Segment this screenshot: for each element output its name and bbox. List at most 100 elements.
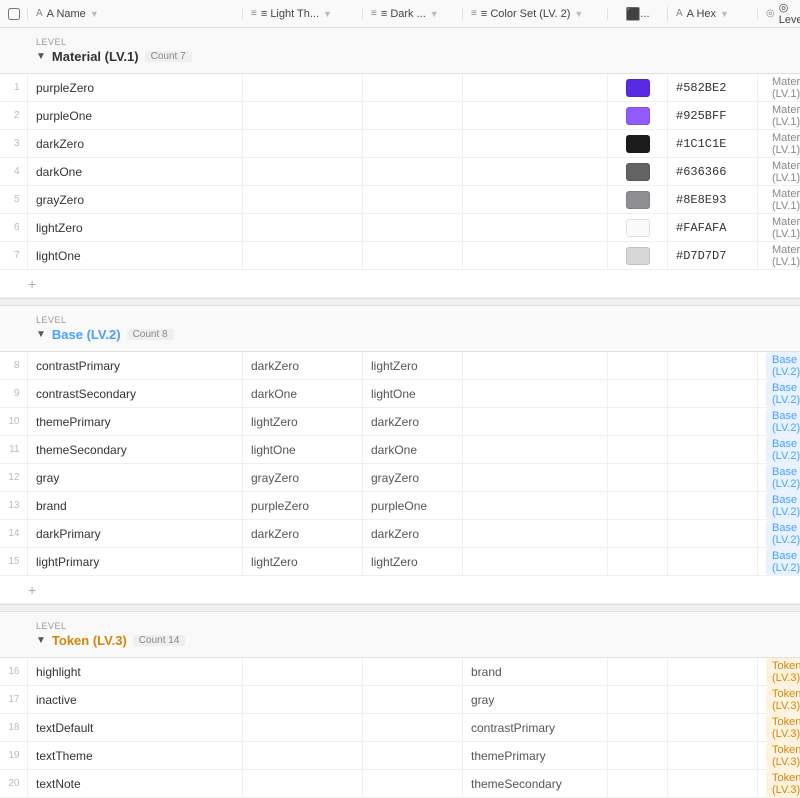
header-swatch[interactable]: ⬛ ... xyxy=(608,7,668,21)
cell-light: purpleZero xyxy=(243,492,363,519)
cell-swatch xyxy=(608,102,668,129)
cell-light: darkZero xyxy=(243,520,363,547)
cell-swatch xyxy=(608,158,668,185)
header-light[interactable]: ≡ ≡ Light Th... ▼ xyxy=(243,8,363,20)
row-check[interactable]: 3 xyxy=(0,130,28,157)
colorset-text: themeSecondary xyxy=(471,777,562,791)
row-check[interactable]: 1 xyxy=(0,74,28,101)
cell-light xyxy=(243,102,363,129)
cell-swatch xyxy=(608,464,668,491)
cell-level: Material (LV.1) xyxy=(758,242,800,269)
add-row-material[interactable]: + xyxy=(0,270,800,298)
row-check[interactable]: 5 xyxy=(0,186,28,213)
collapse-triangle-material[interactable]: ▼ xyxy=(36,51,46,62)
row-check[interactable]: 6 xyxy=(0,214,28,241)
cell-dark xyxy=(363,242,463,269)
name-text: purpleOne xyxy=(36,109,92,123)
row-check[interactable]: 19 xyxy=(0,742,28,769)
name-text: darkOne xyxy=(36,165,82,179)
table-row: 18 textDefault contrastPrimary Token (LV… xyxy=(0,714,800,742)
cell-swatch xyxy=(608,408,668,435)
group-header-token: LEVEL ▼ Token (LV.3) Count 14 xyxy=(0,612,800,658)
cell-name: gray xyxy=(28,464,243,491)
cell-colorset xyxy=(463,352,608,379)
cell-hex: #FAFAFA xyxy=(668,214,758,241)
swatch-icon: ⬛ xyxy=(625,7,640,21)
cell-hex xyxy=(668,520,758,547)
header-name[interactable]: A A Name ▼ xyxy=(28,8,243,20)
cell-hex xyxy=(668,658,758,685)
row-check[interactable]: 18 xyxy=(0,714,28,741)
row-check[interactable]: 14 xyxy=(0,520,28,547)
row-check[interactable]: 10 xyxy=(0,408,28,435)
add-row-base[interactable]: + xyxy=(0,576,800,604)
colorset-text: brand xyxy=(471,665,502,679)
row-check[interactable]: 17 xyxy=(0,686,28,713)
cell-name: lightPrimary xyxy=(28,548,243,575)
table-row: 14 darkPrimary darkZero darkZero Base (L… xyxy=(0,520,800,548)
cell-colorset: themeSecondary xyxy=(463,770,608,797)
header-colorset[interactable]: ≡ ≡ Color Set (LV. 2) ▼ xyxy=(463,8,608,20)
name-text: lightPrimary xyxy=(36,555,99,569)
level-badge: Base (LV.2) xyxy=(766,548,800,576)
hex-text: #8E8E93 xyxy=(676,193,726,207)
cell-swatch xyxy=(608,186,668,213)
collapse-triangle-token[interactable]: ▼ xyxy=(36,635,46,646)
table-row: 9 contrastSecondary darkOne lightOne Bas… xyxy=(0,380,800,408)
row-check[interactable]: 9 xyxy=(0,380,28,407)
group-content-material: LEVEL ▼ Material (LV.1) Count 7 xyxy=(28,35,243,66)
name-text: textTheme xyxy=(36,749,93,763)
cell-hex: #8E8E93 xyxy=(668,186,758,213)
cell-dark: darkZero xyxy=(363,520,463,547)
name-text: darkZero xyxy=(36,137,84,151)
row-check[interactable]: 12 xyxy=(0,464,28,491)
cell-colorset xyxy=(463,158,608,185)
row-check[interactable]: 20 xyxy=(0,770,28,797)
group-count-material: Count 7 xyxy=(145,51,192,62)
table-header: A A Name ▼ ≡ ≡ Light Th... ▼ ≡ ≡ Dark ..… xyxy=(0,0,800,28)
row-check[interactable]: 11 xyxy=(0,436,28,463)
cell-light xyxy=(243,214,363,241)
name-text: contrastPrimary xyxy=(36,359,120,373)
collapse-triangle-base[interactable]: ▼ xyxy=(36,329,46,340)
cell-hex: #636366 xyxy=(668,158,758,185)
row-check[interactable]: 15 xyxy=(0,548,28,575)
cell-colorset: brand xyxy=(463,658,608,685)
cell-swatch xyxy=(608,74,668,101)
cell-colorset xyxy=(463,102,608,129)
cell-colorset xyxy=(463,408,608,435)
list-icon-colorset: ≡ xyxy=(471,8,477,19)
cell-swatch xyxy=(608,242,668,269)
group-header-material: LEVEL ▼ Material (LV.1) Count 7 xyxy=(0,28,800,74)
row-check[interactable]: 2 xyxy=(0,102,28,129)
cell-swatch xyxy=(608,714,668,741)
header-hex[interactable]: A A Hex ▼ xyxy=(668,8,758,20)
name-text: lightZero xyxy=(36,221,83,235)
row-check[interactable]: 13 xyxy=(0,492,28,519)
cell-name: contrastSecondary xyxy=(28,380,243,407)
light-text: lightZero xyxy=(251,555,298,569)
row-check[interactable]: 7 xyxy=(0,242,28,269)
cell-name: textDefault xyxy=(28,714,243,741)
hex-text: #925BFF xyxy=(676,109,726,123)
row-check[interactable]: 8 xyxy=(0,352,28,379)
table-row: 13 brand purpleZero purpleOne Base (LV.2… xyxy=(0,492,800,520)
level-badge: Base (LV.2) xyxy=(766,436,800,464)
name-text: gray xyxy=(36,471,59,485)
select-all-checkbox[interactable] xyxy=(8,8,20,20)
cell-hex xyxy=(668,408,758,435)
row-check[interactable]: 16 xyxy=(0,658,28,685)
cell-name: grayZero xyxy=(28,186,243,213)
group-base: LEVEL ▼ Base (LV.2) Count 8 8 contrastPr… xyxy=(0,306,800,604)
row-check[interactable]: 4 xyxy=(0,158,28,185)
list-icon: ≡ xyxy=(251,8,257,19)
name-text: themePrimary xyxy=(36,415,111,429)
cell-light xyxy=(243,158,363,185)
cell-level: Token (LV.3) xyxy=(758,770,800,797)
header-check[interactable] xyxy=(0,8,28,20)
header-level[interactable]: ◎ ◎ Level ▼ xyxy=(758,1,800,26)
group-label-token: LEVEL xyxy=(36,621,235,631)
cell-level: Material (LV.1) xyxy=(758,158,800,185)
header-dark[interactable]: ≡ ≡ Dark ... ▼ xyxy=(363,8,463,20)
name-text: purpleZero xyxy=(36,81,94,95)
